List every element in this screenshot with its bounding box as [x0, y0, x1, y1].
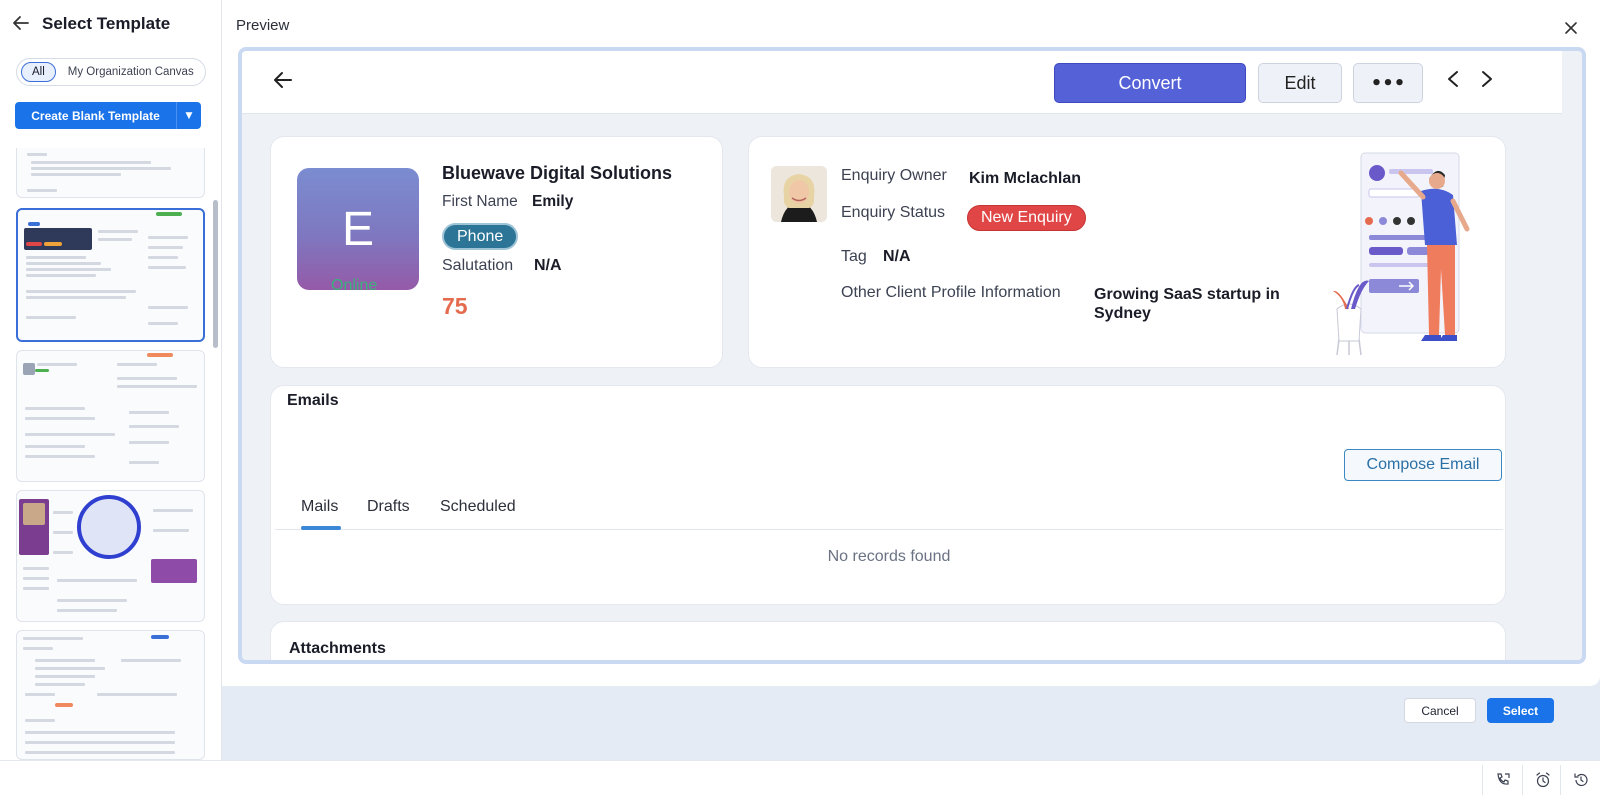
tab-drafts[interactable]: Drafts	[367, 498, 410, 516]
owner-photo	[771, 166, 827, 222]
tab-scheduled[interactable]: Scheduled	[440, 498, 516, 516]
first-name-value: Emily	[532, 193, 574, 210]
client-profile-value: Growing SaaS startup in Sydney	[1094, 286, 1280, 322]
sidebar-scrollbar[interactable]	[213, 200, 218, 348]
app-window: Select Template All My Organization Canv…	[0, 0, 1600, 801]
cancel-button[interactable]: Cancel	[1404, 698, 1476, 723]
select-button[interactable]: Select	[1487, 698, 1554, 723]
template-filter-segment: All My Organization Canvas	[16, 58, 206, 86]
template-thumbnail[interactable]	[16, 350, 205, 482]
enquiry-status-badge: New Enquiry	[967, 205, 1086, 231]
profile-card: E Online Bluewave Digital Solutions Firs…	[270, 136, 723, 368]
attachments-title: Attachments	[289, 640, 386, 657]
next-record-icon[interactable]	[1480, 69, 1494, 94]
edit-button[interactable]: Edit	[1258, 63, 1342, 103]
alarm-clock-icon[interactable]	[1522, 765, 1562, 795]
filter-all-tab[interactable]: All	[21, 62, 56, 82]
tab-mails[interactable]: Mails	[301, 498, 338, 516]
sidebar-title: Select Template	[42, 14, 171, 33]
enquiry-status-label: Enquiry Status	[841, 204, 946, 221]
presence-status: Online	[331, 277, 378, 294]
preview-panel: Preview Convert Edit ••• E Online Bluewa…	[222, 0, 1600, 686]
tag-label: Tag	[841, 248, 867, 265]
client-profile-label: Other Client Profile Information	[841, 284, 1061, 301]
history-icon[interactable]	[1560, 765, 1600, 795]
preview-scroll-track[interactable]	[1562, 51, 1582, 660]
back-arrow-icon[interactable]	[272, 69, 294, 97]
enquiry-owner-label: Enquiry Owner	[841, 167, 947, 184]
create-template-dropdown-icon[interactable]: ▼	[176, 102, 201, 129]
phone-badge[interactable]: Phone	[442, 223, 519, 250]
avatar: E	[297, 168, 419, 290]
record-toolbar: Convert Edit •••	[242, 51, 1562, 114]
template-thumbnail[interactable]	[16, 630, 205, 760]
template-thumbnail-selected[interactable]	[16, 208, 205, 342]
company-name: Bluewave Digital Solutions	[442, 163, 673, 183]
first-name-label: First Name	[442, 193, 518, 210]
phone-history-icon[interactable]	[1482, 765, 1522, 795]
emails-card: Emails Compose Email Mails Drafts Schedu…	[270, 385, 1506, 605]
active-tab-indicator	[301, 526, 341, 530]
emails-title: Emails	[287, 392, 339, 409]
tab-divider	[275, 529, 1503, 530]
enquiry-card: Enquiry Owner Kim Mclachlan Enquiry Stat…	[748, 136, 1506, 368]
empty-state-text: No records found	[827, 548, 951, 565]
enquiry-owner-value: Kim Mclachlan	[969, 170, 1082, 187]
salutation-value: N/A	[534, 257, 562, 274]
template-thumbnail[interactable]	[16, 148, 205, 198]
create-blank-template-button[interactable]: Create Blank Template	[15, 102, 176, 129]
bottom-toolbar	[0, 760, 1600, 801]
preview-frame: Convert Edit ••• E Online Bluewave Digit…	[238, 47, 1586, 664]
back-arrow-icon[interactable]	[12, 14, 32, 34]
convert-button[interactable]: Convert	[1054, 63, 1246, 103]
previous-record-icon[interactable]	[1446, 69, 1460, 94]
salutation-label: Salutation	[442, 257, 514, 274]
preview-label: Preview	[236, 17, 290, 34]
attachments-card: Attachments	[270, 621, 1506, 660]
preview-area: Preview Convert Edit ••• E Online Bluewa…	[222, 0, 1600, 760]
template-thumbnail[interactable]	[16, 490, 205, 622]
compose-email-button[interactable]: Compose Email	[1344, 449, 1502, 481]
filter-org-canvas-tab[interactable]: My Organization Canvas	[68, 66, 194, 78]
sidebar-header: Select Template	[12, 14, 170, 34]
tag-value: N/A	[883, 248, 911, 265]
template-thumbnail-list	[0, 148, 222, 760]
more-options-button[interactable]: •••	[1353, 63, 1423, 103]
close-icon[interactable]	[1564, 20, 1578, 39]
person-illustration	[1333, 152, 1470, 355]
template-sidebar: Select Template All My Organization Canv…	[0, 0, 222, 760]
lead-score: 75	[442, 293, 468, 319]
